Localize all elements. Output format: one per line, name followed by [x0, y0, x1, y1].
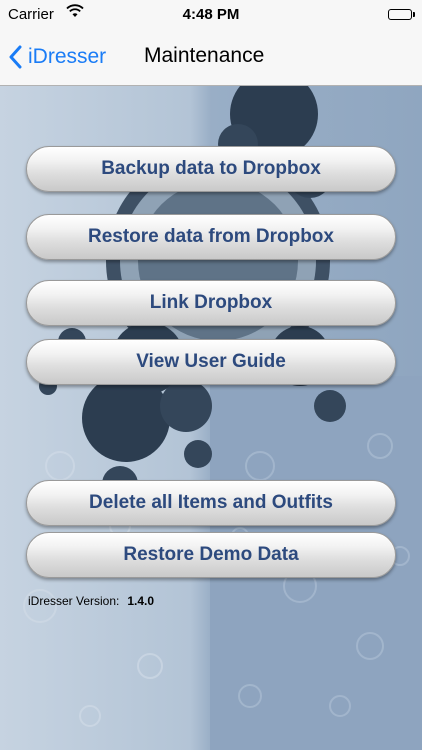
chevron-left-icon	[9, 45, 22, 69]
content-area: Backup data to Dropbox Restore data from…	[0, 86, 422, 750]
backup-dropbox-button[interactable]: Backup data to Dropbox	[26, 146, 396, 192]
back-label: iDresser	[28, 45, 107, 68]
version-label: iDresser Version:	[28, 594, 120, 608]
view-user-guide-button[interactable]: View User Guide	[26, 339, 396, 385]
battery-tip	[413, 12, 415, 17]
page-title: Maintenance	[144, 44, 265, 67]
restore-demo-data-button[interactable]: Restore Demo Data	[26, 532, 396, 578]
delete-all-button[interactable]: Delete all Items and Outfits	[26, 480, 396, 526]
status-bar: Carrier 4:48 PM	[0, 0, 422, 30]
version-row: iDresser Version: 1.4.0	[28, 594, 154, 608]
clock: 4:48 PM	[182, 6, 240, 23]
navigation-bar: iDresser Maintenance	[0, 30, 422, 86]
version-value: 1.4.0	[127, 594, 155, 608]
link-dropbox-button[interactable]: Link Dropbox	[26, 280, 396, 326]
restore-dropbox-button[interactable]: Restore data from Dropbox	[26, 214, 396, 260]
back-button[interactable]: iDresser	[8, 40, 106, 74]
battery-icon	[388, 9, 412, 20]
